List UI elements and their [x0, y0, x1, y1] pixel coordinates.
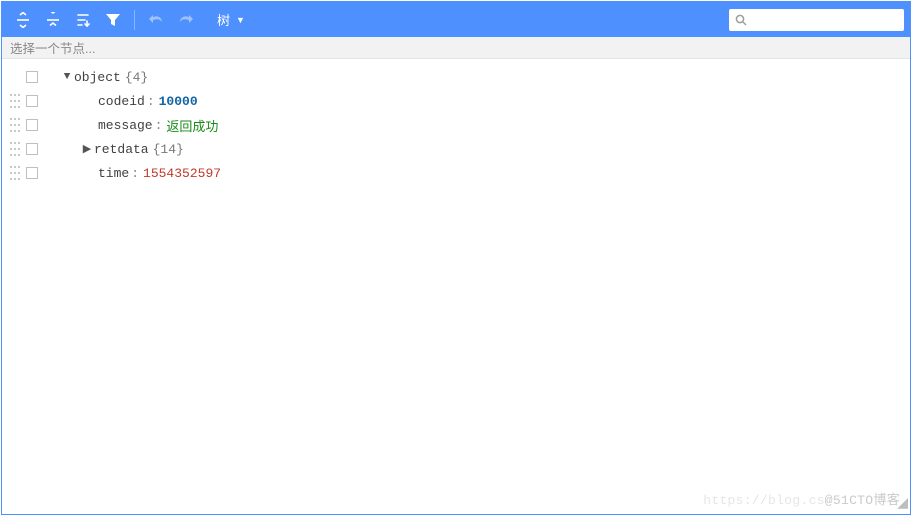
node-key: time	[98, 166, 129, 181]
toolbar-separator	[134, 10, 135, 30]
node-menu-icon[interactable]	[26, 143, 38, 155]
search-input[interactable]	[753, 13, 898, 27]
toggle-icon[interactable]: ▶	[80, 142, 94, 156]
node-selector-placeholder: 选择一个节点...	[10, 38, 95, 57]
node-count: {4}	[121, 70, 148, 85]
sort-button[interactable]	[70, 7, 96, 33]
undo-button[interactable]	[143, 7, 169, 33]
toolbar: /*noop*/ 树 ▼	[2, 2, 910, 37]
node-count: {14}	[149, 142, 184, 157]
watermark: https://blog.cs@51CTO博客	[703, 489, 900, 508]
resize-grip-icon: ◢	[897, 495, 908, 512]
node-menu-icon[interactable]	[26, 71, 38, 83]
json-viewer-app: /*noop*/ 树 ▼ 选择一个节点...	[1, 1, 911, 515]
node-key: codeid	[98, 94, 145, 109]
drag-handle-icon[interactable]	[10, 142, 20, 156]
drag-handle-icon[interactable]	[10, 118, 20, 132]
node-menu-icon[interactable]	[26, 95, 38, 107]
view-mode-dropdown[interactable]: 树 ▼	[217, 10, 245, 29]
tree-row[interactable]: ▶ retdata {14}	[2, 137, 910, 161]
redo-button[interactable]	[173, 7, 199, 33]
tree-row[interactable]: message : 返回成功	[2, 113, 910, 137]
toggle-icon[interactable]: ▼	[60, 71, 74, 83]
drag-handle-icon[interactable]	[10, 94, 20, 108]
node-key: message	[98, 118, 153, 133]
drag-handle-icon[interactable]	[10, 166, 20, 180]
expand-all-button[interactable]	[10, 7, 36, 33]
chevron-down-icon: ▼	[236, 15, 245, 25]
node-key: object	[74, 70, 121, 85]
search-box[interactable]	[729, 9, 904, 31]
tree-row-root[interactable]: ▼ object {4}	[2, 65, 910, 89]
node-key: retdata	[94, 142, 149, 157]
node-menu-icon[interactable]	[26, 167, 38, 179]
node-value: 1554352597	[143, 166, 221, 181]
tree-row[interactable]: time : 1554352597	[2, 161, 910, 185]
node-value: 10000	[159, 94, 198, 109]
view-mode-label: 树	[217, 10, 230, 29]
node-value: 返回成功	[166, 116, 218, 135]
search-icon	[735, 14, 747, 26]
collapse-all-button[interactable]	[40, 7, 66, 33]
node-menu-icon[interactable]	[26, 119, 38, 131]
tree-row[interactable]: codeid : 10000	[2, 89, 910, 113]
node-selector-bar[interactable]: 选择一个节点...	[2, 37, 910, 59]
json-tree: ▼ object {4} codeid : 10000 message : 返回…	[2, 59, 910, 514]
filter-button[interactable]	[100, 7, 126, 33]
